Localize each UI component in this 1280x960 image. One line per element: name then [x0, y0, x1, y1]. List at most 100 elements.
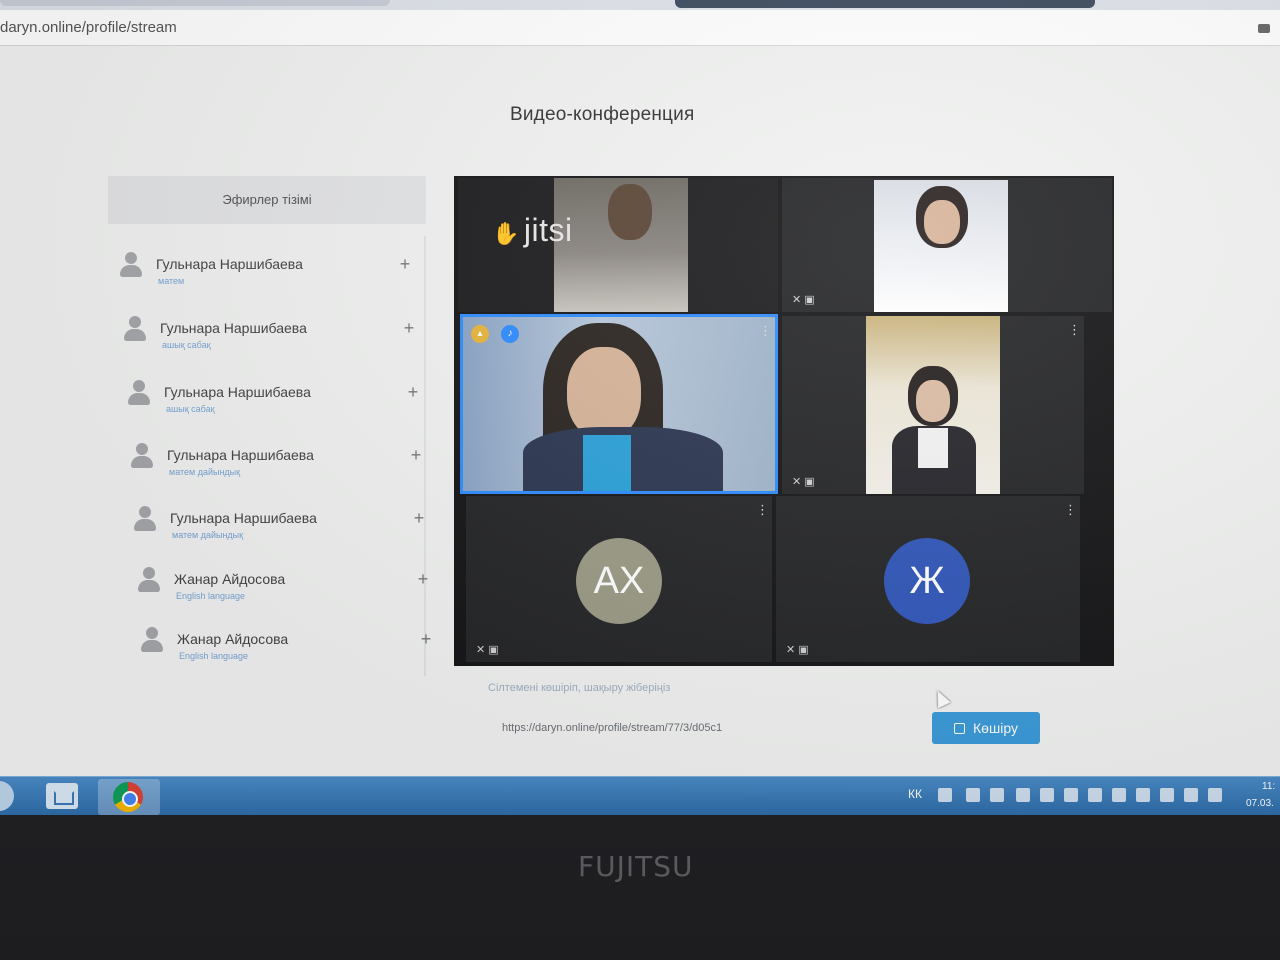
clock-time[interactable]: 11:: [1262, 781, 1275, 792]
muted-icon: ✕ ▣: [792, 476, 815, 488]
video-tile[interactable]: ✕ ▣: [782, 178, 1112, 312]
muted-icon: ✕ ▣: [792, 294, 815, 306]
tile-menu-icon[interactable]: ⋮: [756, 502, 769, 518]
jitsi-logo: ✋ jitsi: [492, 212, 573, 249]
add-icon[interactable]: +: [407, 445, 425, 466]
start-button[interactable]: [0, 781, 14, 811]
tray-icon[interactable]: [1112, 788, 1126, 802]
chrome-icon: [113, 782, 143, 812]
laptop-brand-logo: FUJITSU: [578, 850, 694, 883]
stream-list-header: Эфирлер тізімі: [108, 176, 426, 224]
user-avatar-icon: [138, 567, 160, 593]
stream-list-item[interactable]: Гульнара Наршибаева матем +: [112, 242, 422, 298]
copy-link-button[interactable]: Көшіру: [932, 712, 1040, 744]
tray-icon[interactable]: [1064, 788, 1078, 802]
add-icon[interactable]: +: [414, 569, 432, 590]
stream-list-item[interactable]: Жанар Айдосова English language +: [133, 617, 443, 673]
stream-host-name: Жанар Айдосова: [174, 571, 286, 587]
address-bar[interactable]: daryn.online/profile/stream: [0, 10, 1280, 46]
mouse-cursor-icon: [931, 687, 951, 709]
user-avatar-icon: [124, 316, 146, 342]
url-text[interactable]: daryn.online/profile/stream: [0, 19, 177, 36]
browser-tab[interactable]: [0, 0, 390, 6]
participant-video: [916, 380, 950, 422]
participant-avatar: AX: [576, 538, 662, 624]
video-tile-active-speaker[interactable]: ▴ ♪ ⋮: [460, 314, 778, 494]
participant-video: [583, 435, 631, 491]
stream-subject: матем дайындық: [172, 530, 244, 540]
add-icon[interactable]: +: [404, 382, 422, 403]
stream-subject: English language: [179, 651, 249, 661]
video-tile[interactable]: ⋮ ✕ ▣: [782, 316, 1084, 494]
video-tile[interactable]: AX ⋮ ✕ ▣: [466, 496, 772, 662]
stream-list-item[interactable]: Жанар Айдосова English language +: [130, 557, 440, 613]
tray-icon[interactable]: [938, 788, 952, 802]
volume-icon[interactable]: [1136, 788, 1150, 802]
flag-icon[interactable]: [1184, 788, 1198, 802]
user-avatar-icon: [131, 443, 153, 469]
participant-video: [567, 347, 641, 439]
dominant-speaker-icon: ♪: [501, 325, 519, 343]
browser-tab-active[interactable]: [675, 0, 1095, 8]
video-tile[interactable]: Ж ⋮ ✕ ▣: [776, 496, 1080, 662]
copy-button-label: Көшіру: [973, 720, 1018, 736]
add-icon[interactable]: +: [417, 629, 435, 650]
user-avatar-icon: [134, 506, 156, 532]
input-language[interactable]: КК: [908, 787, 922, 801]
stream-host-name: Жанар Айдосова: [177, 631, 289, 647]
stream-subject: ашық сабақ: [166, 404, 215, 414]
stream-subject: English language: [176, 591, 246, 601]
tray-icon[interactable]: [966, 788, 980, 802]
participant-video: [918, 428, 948, 468]
stream-host-name: Гульнара Наршибаева: [160, 320, 307, 336]
jitsi-logo-text: jitsi: [523, 212, 573, 248]
participant-video: [608, 184, 652, 240]
user-avatar-icon: [128, 380, 150, 406]
user-avatar-icon: [120, 252, 142, 278]
clock-date[interactable]: 07.03.: [1246, 798, 1274, 809]
stream-list-item[interactable]: Гульнара Наршибаева матем дайындық +: [126, 496, 436, 552]
cast-icon[interactable]: [1258, 24, 1270, 33]
invite-hint: Сілтемені көшіріп, шақыру жіберіңіз: [488, 682, 671, 694]
stream-subject: матем дайындық: [169, 467, 241, 477]
muted-icon: ✕ ▣: [786, 644, 809, 656]
page-title: Видео-конференция: [510, 104, 695, 125]
copy-icon: [954, 723, 966, 734]
add-icon[interactable]: +: [410, 508, 428, 529]
chrome-app-button[interactable]: [98, 779, 160, 815]
tray-icon[interactable]: [1088, 788, 1102, 802]
mail-app-icon[interactable]: [46, 783, 78, 809]
signal-icon[interactable]: [1208, 788, 1222, 802]
video-tile[interactable]: ✋ jitsi: [458, 178, 778, 312]
stream-subject: ашық сабақ: [162, 340, 211, 350]
jitsi-logo-icon: ✋: [492, 221, 520, 246]
participant-video: [924, 200, 960, 244]
stream-list-item[interactable]: Гульнара Наршибаева матем дайындық +: [123, 433, 433, 489]
stream-link[interactable]: https://daryn.online/profile/stream/77/3…: [502, 722, 722, 734]
participant-avatar: Ж: [884, 538, 970, 624]
stream-subject: матем: [158, 276, 185, 286]
system-tray[interactable]: [938, 788, 1238, 804]
tile-menu-icon[interactable]: ⋮: [1068, 322, 1081, 338]
browser-tab-strip: [0, 0, 1280, 10]
jitsi-conference[interactable]: ✋ jitsi ✕ ▣ ▴ ♪ ⋮ ⋮ ✕ ▣ AX ⋮ ✕ ▣ Ж ⋮ ✕ ▣: [454, 176, 1114, 666]
add-icon[interactable]: +: [400, 318, 418, 339]
stream-host-name: Гульнара Наршибаева: [170, 510, 317, 526]
screen: daryn.online/profile/stream Видео-конфер…: [0, 0, 1280, 815]
tray-icon[interactable]: [990, 788, 1004, 802]
add-icon[interactable]: +: [396, 254, 414, 275]
stream-list[interactable]: Гульнара Наршибаева матем + Гульнара Нар…: [108, 236, 431, 676]
stream-host-name: Гульнара Наршибаева: [164, 384, 311, 400]
muted-icon: ✕ ▣: [476, 644, 499, 656]
connection-indicator-icon[interactable]: ▴: [471, 325, 489, 343]
bluetooth-icon[interactable]: [1040, 788, 1054, 802]
tile-menu-icon[interactable]: ⋮: [759, 323, 772, 339]
tray-icon[interactable]: [1160, 788, 1174, 802]
user-avatar-icon: [141, 627, 163, 653]
stream-host-name: Гульнара Наршибаева: [156, 256, 303, 272]
stream-list-item[interactable]: Гульнара Наршибаева ашық сабақ +: [120, 370, 430, 426]
tray-icon[interactable]: [1016, 788, 1030, 802]
tile-menu-icon[interactable]: ⋮: [1064, 502, 1077, 518]
stream-list-item[interactable]: Гульнара Наршибаева ашық сабақ +: [116, 306, 426, 362]
taskbar: КК 11: 07.03.: [0, 776, 1280, 815]
